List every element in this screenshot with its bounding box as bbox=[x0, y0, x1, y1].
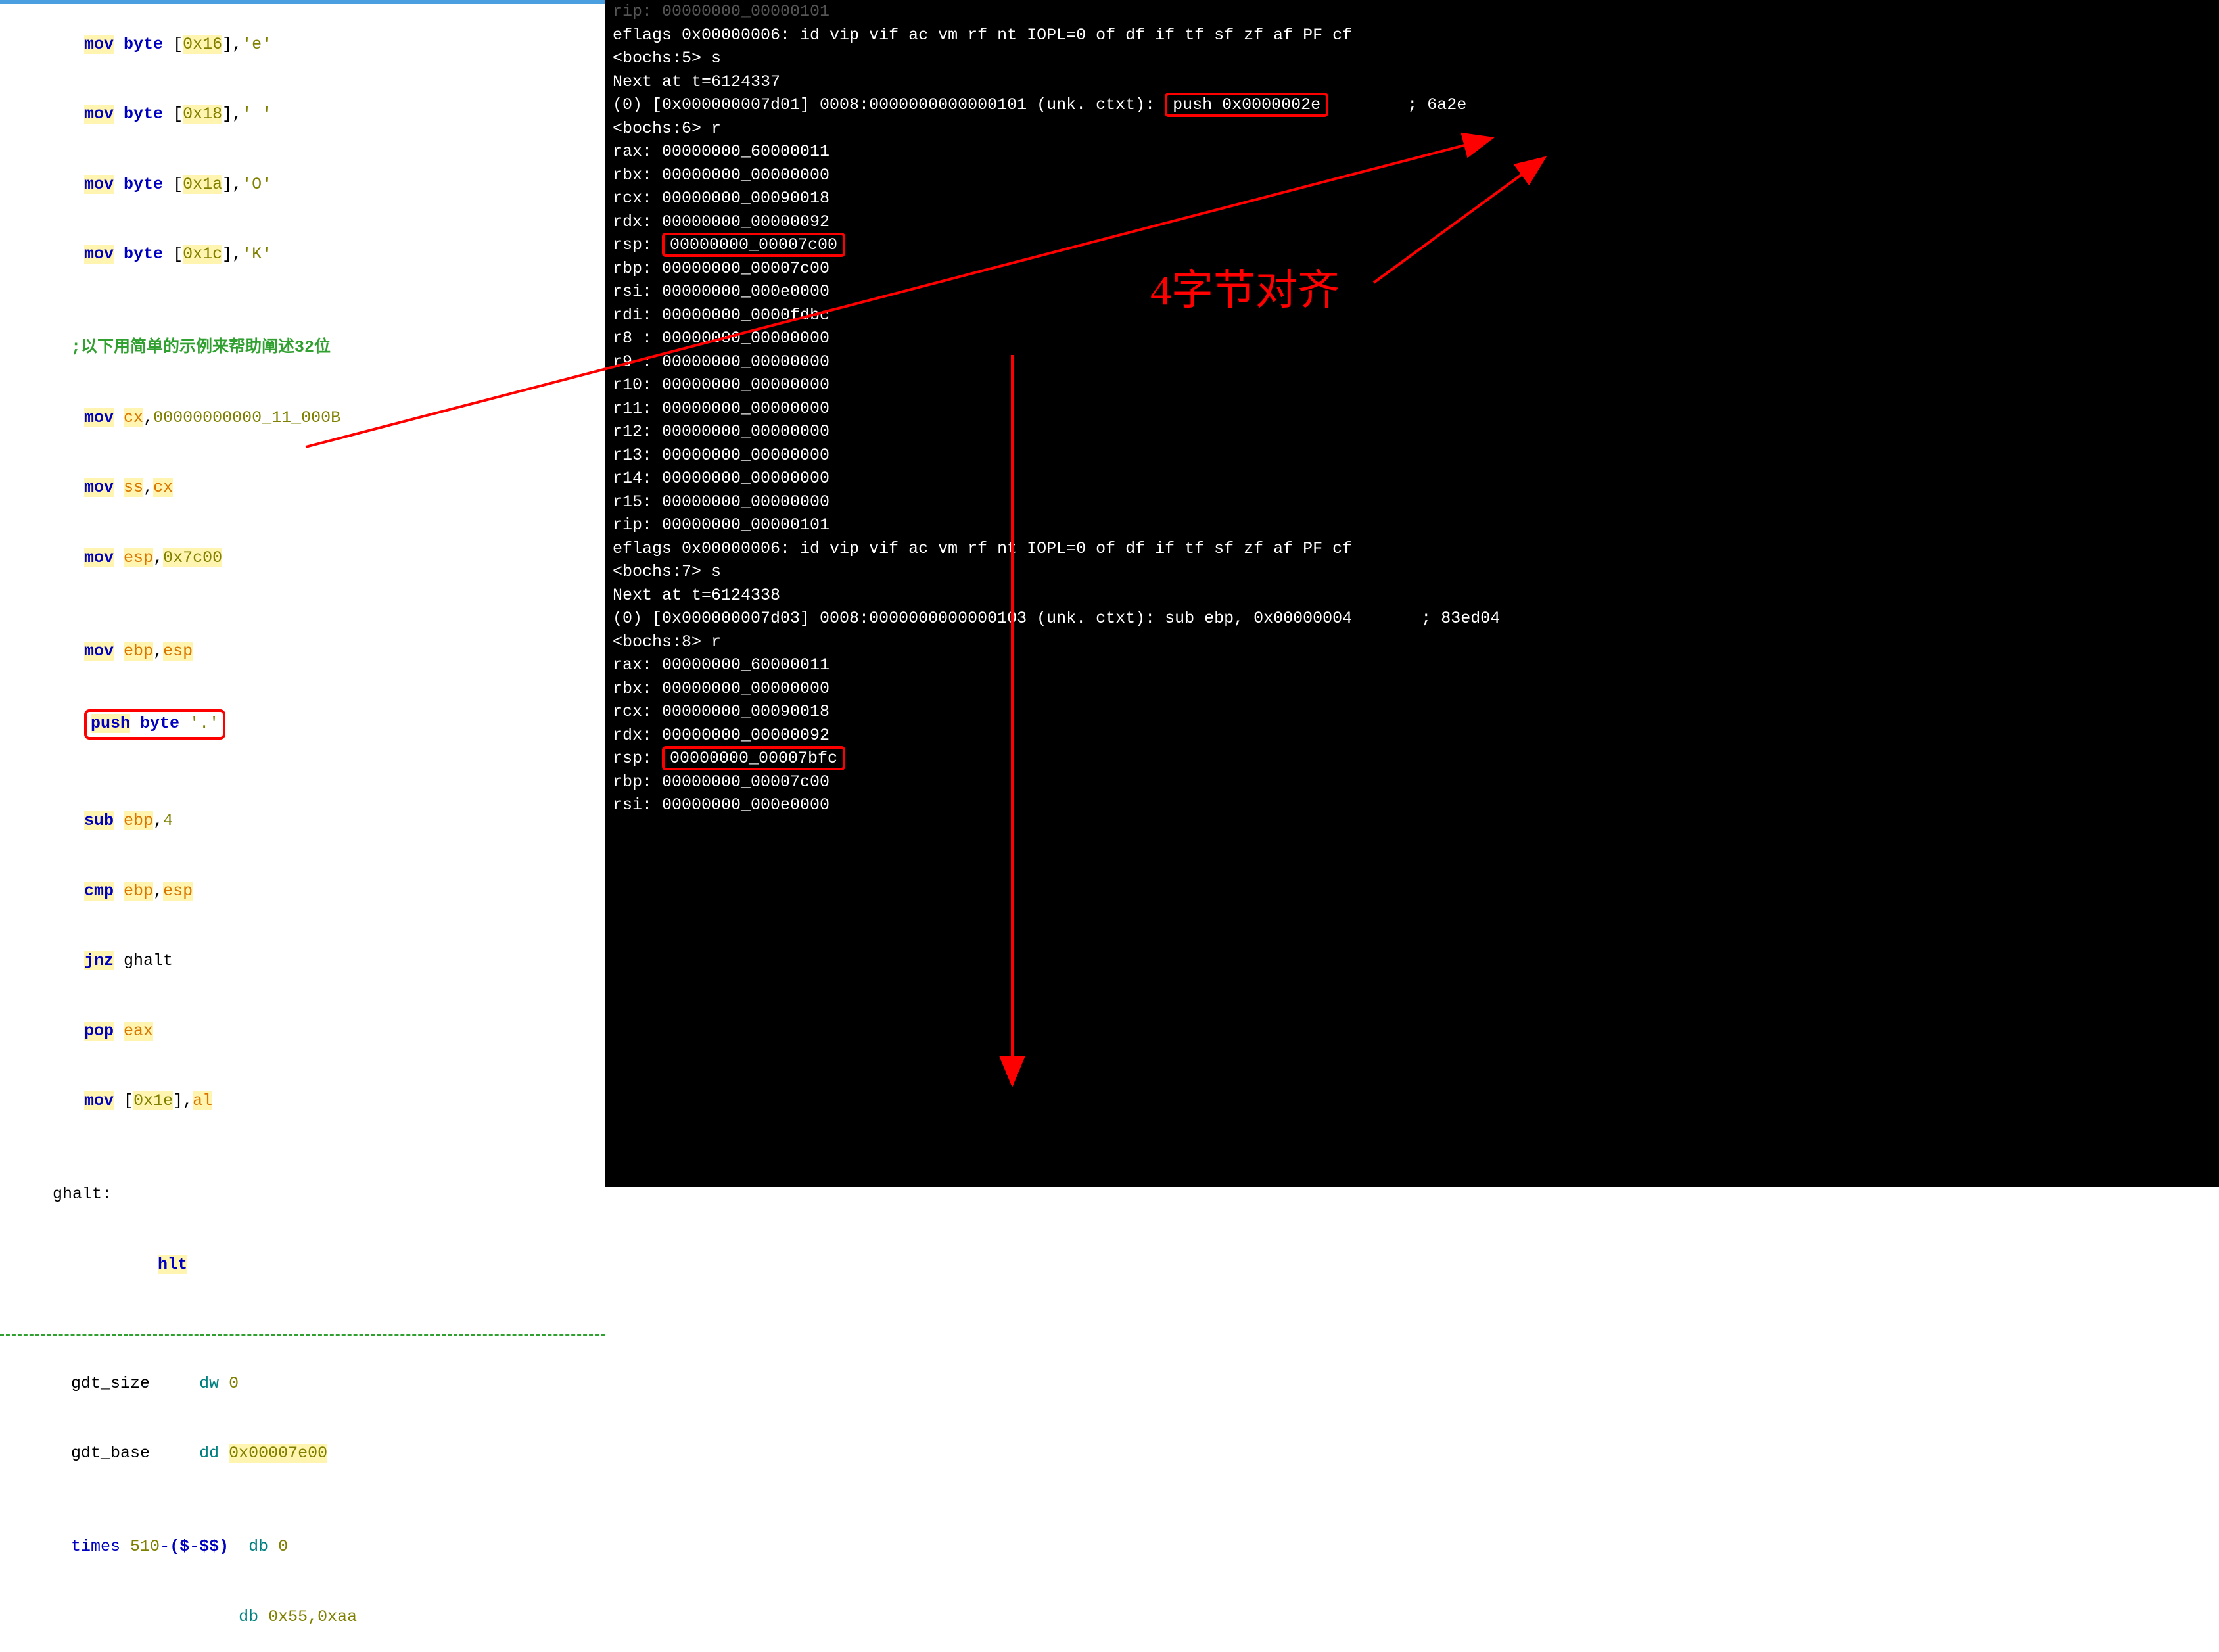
reg-line: rbx: 00000000_00000000 bbox=[613, 677, 2219, 701]
code-line: pop eax bbox=[0, 996, 605, 1066]
reg-line: rdx: 00000000_00000092 bbox=[613, 724, 2219, 747]
code-line: mov esp,0x7c00 bbox=[0, 523, 605, 593]
blank-line bbox=[0, 1300, 605, 1323]
prompt-line: <bochs:8> r bbox=[613, 630, 2219, 654]
reg-line: rbx: 00000000_00000000 bbox=[613, 164, 2219, 187]
term-line: eflags 0x00000006: id vip vif ac vm rf n… bbox=[613, 537, 2219, 561]
blank-line bbox=[0, 763, 605, 786]
data-line: gdt_size dw 0 bbox=[0, 1348, 605, 1419]
rsp-before-highlight: 00000000_00007c00 bbox=[662, 233, 845, 257]
code-line: mov ebp,esp bbox=[0, 616, 605, 686]
reg-line: rcx: 00000000_00090018 bbox=[613, 700, 2219, 724]
reg-line: rbp: 00000000_00007c00 bbox=[613, 770, 2219, 794]
code-line: mov byte [0x18],' ' bbox=[0, 80, 605, 150]
reg-line: r11: 00000000_00000000 bbox=[613, 397, 2219, 421]
reg-line: r13: 00000000_00000000 bbox=[613, 444, 2219, 467]
code-line: mov byte [0x1c],'K' bbox=[0, 220, 605, 290]
data-line: gdt_base dd 0x00007e00 bbox=[0, 1419, 605, 1489]
type-kw: byte bbox=[124, 35, 163, 54]
reg-line: r15: 00000000_00000000 bbox=[613, 490, 2219, 514]
reg-line: rax: 00000000_60000011 bbox=[613, 653, 2219, 677]
push-instruction-highlight: push 0x0000002e bbox=[1165, 93, 1328, 117]
rsp-after-highlight: 00000000_00007bfc bbox=[662, 746, 845, 770]
term-line: eflags 0x00000006: id vip vif ac vm rf n… bbox=[613, 24, 2219, 47]
code-line: hlt bbox=[0, 1229, 605, 1300]
annotation-4byte-align: 4字节对齐 bbox=[1150, 256, 1340, 317]
sig-line: db 0x55,0xaa bbox=[0, 1582, 605, 1652]
disasm-line: (0) [0x000000007d03] 0008:00000000000001… bbox=[613, 607, 2219, 630]
code-line: mov byte [0x1a],'O' bbox=[0, 149, 605, 220]
term-line: rip: 00000000_00000101 bbox=[613, 0, 2219, 24]
reg-line: r14: 00000000_00000000 bbox=[613, 467, 2219, 490]
blank-line bbox=[0, 593, 605, 617]
prompt-line: <bochs:6> r bbox=[613, 117, 2219, 141]
code-line-push-highlight: push byte '.' bbox=[0, 686, 605, 763]
reg-line: rcx: 00000000_00090018 bbox=[613, 187, 2219, 210]
prompt-line: <bochs:5> s bbox=[613, 47, 2219, 70]
code-line: sub ebp,4 bbox=[0, 786, 605, 857]
reg-line: rsi: 00000000_000e0000 bbox=[613, 793, 2219, 817]
comment-line: ;以下用简单的示例来帮助阐述32位 bbox=[0, 313, 605, 383]
code-line: mov [0x1e],al bbox=[0, 1066, 605, 1137]
code-line: mov byte [0x16],'e' bbox=[0, 9, 605, 80]
opcode: mov bbox=[84, 35, 114, 54]
reg-line: rbp: 00000000_00007c00 bbox=[613, 257, 2219, 281]
blank-line bbox=[0, 1488, 605, 1512]
code-line: mov cx,00000000000_11_000B bbox=[0, 383, 605, 453]
reg-line: rdx: 00000000_00000092 bbox=[613, 210, 2219, 234]
code-line: cmp ebp,esp bbox=[0, 856, 605, 926]
code-line: mov ss,cx bbox=[0, 453, 605, 523]
reg-line: r9 : 00000000_00000000 bbox=[613, 350, 2219, 374]
reg-line: rsi: 00000000_000e0000 bbox=[613, 280, 2219, 304]
prompt-line: <bochs:7> s bbox=[613, 560, 2219, 584]
times-line: times 510-($-$$) db 0 bbox=[0, 1512, 605, 1582]
debugger-terminal[interactable]: rip: 00000000_00000101 eflags 0x00000006… bbox=[605, 0, 2219, 1187]
reg-line: r12: 00000000_00000000 bbox=[613, 420, 2219, 444]
reg-line-rsp: rsp: 00000000_00007bfc bbox=[613, 747, 2219, 770]
disasm-line: (0) [0x000000007d01] 0008:00000000000001… bbox=[613, 93, 2219, 117]
reg-line: rip: 00000000_00000101 bbox=[613, 513, 2219, 537]
reg-line: rdi: 00000000_0000fdbc bbox=[613, 304, 2219, 327]
code-line: jnz ghalt bbox=[0, 926, 605, 997]
section-separator bbox=[0, 1334, 605, 1336]
code-editor-panel: mov byte [0x16],'e' mov byte [0x18],' ' … bbox=[0, 0, 605, 1187]
blank-line bbox=[0, 1136, 605, 1160]
reg-line: r8 : 00000000_00000000 bbox=[613, 327, 2219, 350]
blank-line bbox=[0, 289, 605, 313]
reg-line-rsp: rsp: 00000000_00007c00 bbox=[613, 233, 2219, 257]
term-line: Next at t=6124337 bbox=[613, 70, 2219, 94]
term-line: Next at t=6124338 bbox=[613, 584, 2219, 607]
label-line: ghalt: bbox=[0, 1160, 605, 1230]
reg-line: rax: 00000000_60000011 bbox=[613, 140, 2219, 164]
reg-line: r10: 00000000_00000000 bbox=[613, 373, 2219, 397]
